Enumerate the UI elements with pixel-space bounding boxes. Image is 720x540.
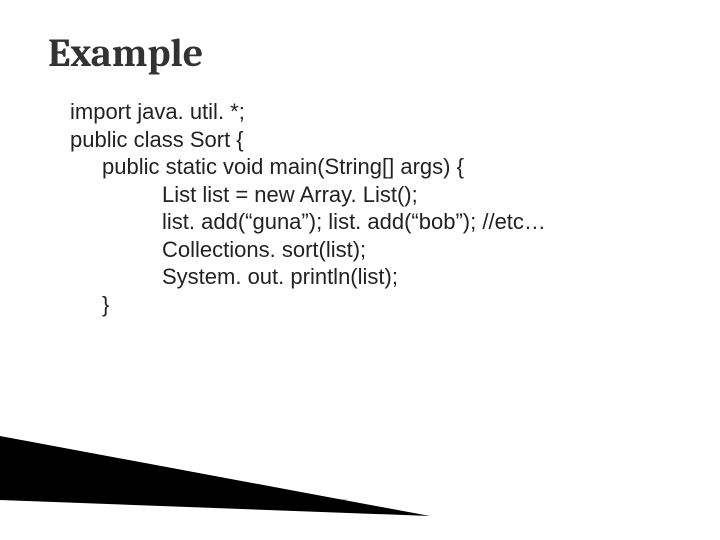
code-line: public class Sort { <box>70 126 546 154</box>
code-line: List list = new Array. List(); <box>70 181 546 209</box>
code-example: import java. util. *; public class Sort … <box>70 98 546 318</box>
code-line: public static void main(String[] args) { <box>70 153 546 181</box>
code-line: import java. util. *; <box>70 98 546 126</box>
code-line: list. add(“guna”); list. add(“bob”); //e… <box>70 208 546 236</box>
code-line: System. out. println(list); <box>70 263 546 291</box>
decorative-wedge-upper <box>0 486 350 500</box>
slide: Example import java. util. *; public cla… <box>0 0 720 540</box>
page-title: Example <box>48 30 203 76</box>
decorative-wedge-gap <box>0 500 430 516</box>
code-line: } <box>70 291 546 319</box>
code-line: Collections. sort(list); <box>70 236 546 264</box>
